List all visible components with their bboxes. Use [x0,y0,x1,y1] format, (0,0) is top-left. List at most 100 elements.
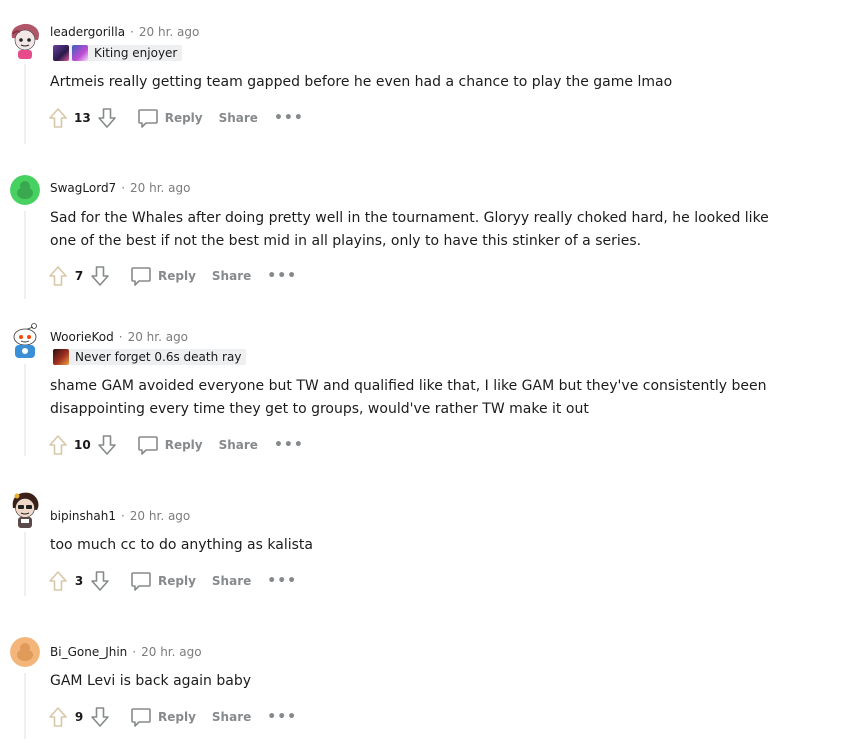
timestamp[interactable]: 20 hr. ago [141,645,201,659]
share-button[interactable]: Share [208,708,255,726]
upvote-button[interactable] [46,433,70,457]
username[interactable]: WoorieKod [50,330,114,344]
username[interactable]: Bi_Gone_Jhin [50,645,127,659]
thread-line[interactable] [24,364,26,456]
reply-button[interactable]: Reply [126,569,200,593]
upvote-button[interactable] [46,569,70,593]
vote-score: 10 [74,438,91,452]
upvote-arrow-icon [49,266,67,286]
vote-score: 3 [74,574,84,588]
downvote-arrow-icon [91,571,109,591]
default-orange-avatar-icon [10,637,40,667]
comment-actions: 10 Reply Share ••• [46,431,308,459]
flair-champion-icon [72,45,88,61]
separator-dot: · [120,509,125,523]
more-options-button[interactable]: ••• [270,435,308,455]
reply-label: Reply [158,269,196,283]
more-options-button[interactable]: ••• [263,266,301,286]
comment-actions: 13 Reply Share ••• [46,104,308,132]
comment-meta: bipinshah1 · 20 hr. ago [50,506,190,526]
downvote-button[interactable] [95,433,119,457]
downvote-arrow-icon [91,707,109,727]
avatar[interactable] [8,490,42,530]
snoo-pink-hair-icon [11,23,39,59]
comment-body: GAM Levi is back again baby [50,670,810,693]
comment-text-line: GAM Levi is back again baby [50,673,251,689]
comment-meta: WoorieKod · 20 hr. ago [50,327,188,347]
share-button[interactable]: Share [208,572,255,590]
separator-dot: · [118,330,123,344]
reply-label: Reply [158,574,196,588]
downvote-button[interactable] [88,569,112,593]
comment-text-line: Sad for the Whales after doing pretty we… [50,210,769,226]
share-button[interactable]: Share [208,267,255,285]
comment-meta: SwagLord7 · 20 hr. ago [50,178,191,198]
timestamp[interactable]: 20 hr. ago [128,330,188,344]
vote-score: 7 [74,269,84,283]
comment-body: too much cc to do anything as kalista [50,534,810,557]
username[interactable]: bipinshah1 [50,509,116,523]
reply-button[interactable]: Reply [126,264,200,288]
comment-text-line: shame GAM avoided everyone but TW and qu… [50,378,767,394]
more-options-button[interactable]: ••• [270,108,308,128]
downvote-arrow-icon [97,435,116,455]
thread-line[interactable] [24,532,26,596]
avatar[interactable] [8,22,42,60]
avatar[interactable] [8,322,42,360]
user-flair: Never forget 0.6s death ray [53,349,247,365]
comment-body: Artmeis really getting team gapped befor… [50,71,810,94]
reply-button[interactable]: Reply [133,106,207,130]
timestamp[interactable]: 20 hr. ago [130,181,190,195]
flair-champion-icon [53,349,69,365]
upvote-button[interactable] [46,106,70,130]
username[interactable]: leadergorilla [50,25,125,39]
more-options-button[interactable]: ••• [263,571,301,591]
comment-bubble-icon [131,708,151,727]
comment-body: shame GAM avoided everyone but TW and qu… [50,375,810,421]
flair-text: Kiting enjoyer [94,46,178,60]
avatar[interactable] [10,637,40,667]
upvote-button[interactable] [46,264,70,288]
reply-label: Reply [158,710,196,724]
timestamp[interactable]: 20 hr. ago [139,25,199,39]
more-options-button[interactable]: ••• [263,707,301,727]
upvote-arrow-icon [49,435,67,455]
downvote-button[interactable] [88,264,112,288]
reply-button[interactable]: Reply [133,433,207,457]
timestamp[interactable]: 20 hr. ago [130,509,190,523]
comment-actions: 9 Reply Share ••• [46,703,301,731]
user-flair: Kiting enjoyer [53,45,183,61]
comment-bubble-icon [137,109,158,128]
avatar[interactable] [10,175,40,205]
comment-actions: 7 Reply Share ••• [46,262,301,290]
downvote-arrow-icon [97,108,116,128]
share-button[interactable]: Share [215,436,262,454]
downvote-arrow-icon [91,266,109,286]
username[interactable]: SwagLord7 [50,181,116,195]
comment-bubble-icon [131,572,151,591]
reply-button[interactable]: Reply [126,705,200,729]
downvote-button[interactable] [95,106,119,130]
comment-bubble-icon [131,267,151,286]
comment-meta: leadergorilla · 20 hr. ago [50,22,199,42]
comment-actions: 3 Reply Share ••• [46,567,301,595]
upvote-button[interactable] [46,705,70,729]
upvote-arrow-icon [49,108,67,128]
comment-meta: Bi_Gone_Jhin · 20 hr. ago [50,642,202,662]
thread-line[interactable] [24,211,26,299]
snoo-blue-icon [13,323,37,358]
vote-score: 13 [74,111,91,125]
snoo-brown-hair-icon [12,492,39,528]
upvote-arrow-icon [49,571,67,591]
comment-text-line: Artmeis really getting team gapped befor… [50,74,673,90]
vote-score: 9 [74,710,84,724]
reply-label: Reply [164,438,203,452]
flair-text: Never forget 0.6s death ray [75,350,242,364]
thread-line[interactable] [24,673,26,739]
share-button[interactable]: Share [215,109,262,127]
downvote-button[interactable] [88,705,112,729]
comment-text-line: too much cc to do anything as kalista [50,537,313,553]
comment-bubble-icon [137,436,158,455]
reply-label: Reply [164,111,203,125]
thread-line[interactable] [24,64,26,144]
